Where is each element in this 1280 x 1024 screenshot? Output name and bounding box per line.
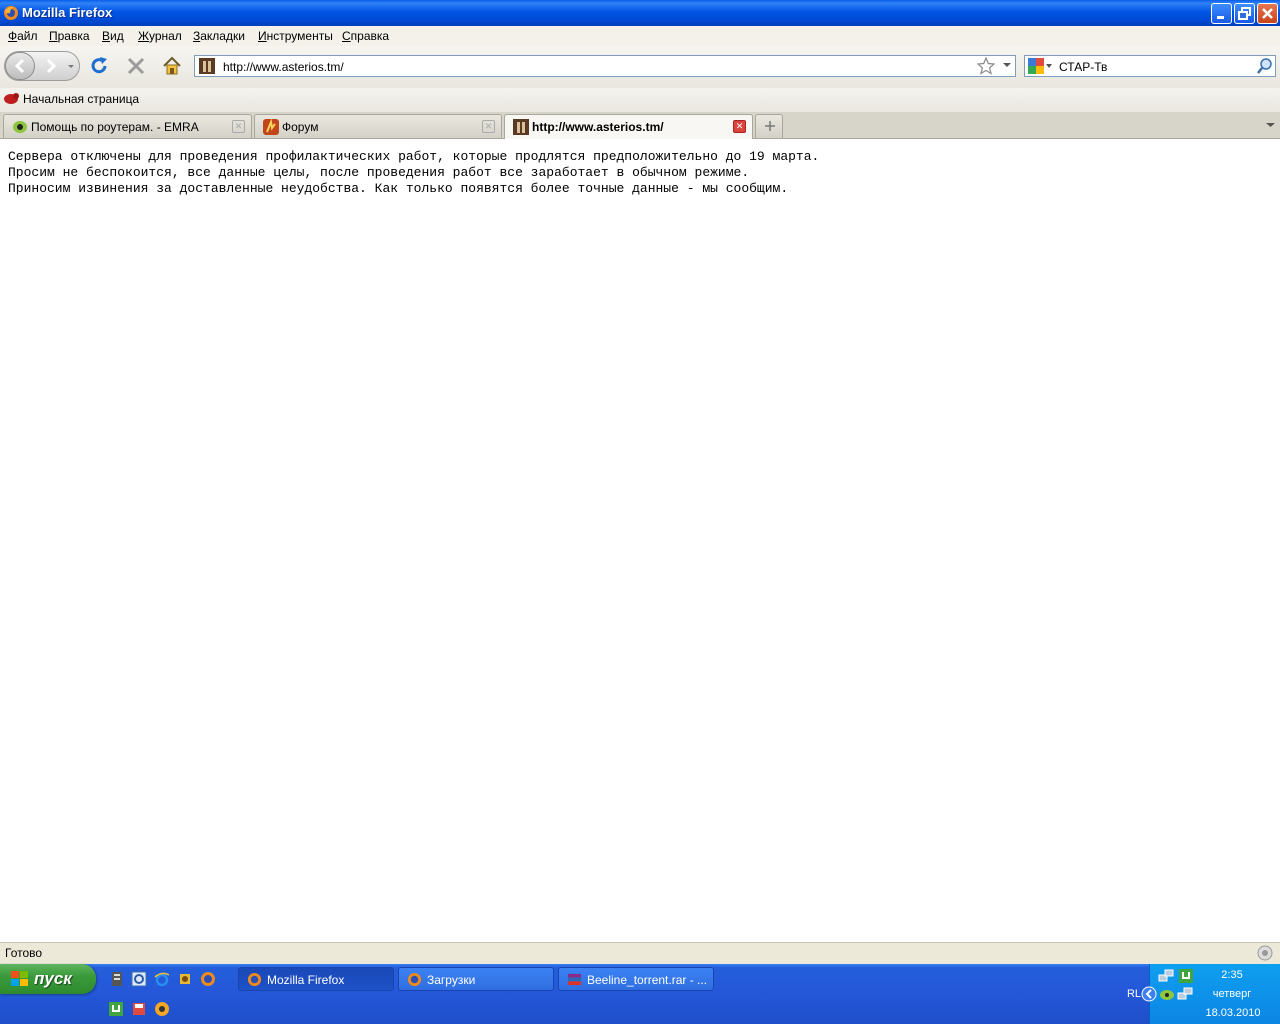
bookmark-star-icon[interactable] (977, 57, 995, 75)
arrow-right-icon (46, 58, 57, 74)
forward-button[interactable] (38, 56, 62, 76)
page-content: Сервера отключены для проведения профила… (0, 139, 1280, 942)
quicklaunch-player-icon[interactable] (154, 1001, 170, 1017)
clock-day: четверг (1212, 988, 1252, 1000)
quicklaunch-app-icon[interactable] (177, 971, 193, 987)
menu-help[interactable]: Справка (342, 29, 389, 43)
firefox-icon (4, 6, 18, 20)
menu-history[interactable]: Журнал (138, 29, 182, 43)
tab-label: http://www.asterios.tm/ (532, 120, 664, 134)
network-icon[interactable] (1158, 968, 1174, 984)
tab-forum[interactable]: Форум ✕ (254, 114, 502, 138)
quicklaunch-save-icon[interactable] (131, 1001, 147, 1017)
menu-bar: Файл Правка Вид Журнал Закладки Инструме… (0, 26, 1280, 46)
menu-file[interactable]: Файл (8, 29, 38, 43)
clock-date: 18.03.2010 (1205, 1007, 1261, 1019)
task-label: Beeline_torrent.rar - ... (587, 973, 707, 987)
search-input[interactable]: СТАР-Тв (1059, 60, 1107, 74)
quicklaunch-ie-icon[interactable] (154, 971, 170, 987)
clock-time[interactable]: 2:35 (1202, 969, 1262, 981)
emra-favicon (13, 121, 27, 133)
task-label: Mozilla Firefox (267, 973, 345, 987)
back-button[interactable] (5, 52, 35, 80)
bookmarks-toolbar (0, 88, 1280, 112)
history-dropdown-icon[interactable] (66, 63, 76, 71)
tab-close-icon[interactable]: ✕ (482, 120, 495, 133)
tab-close-icon[interactable]: ✕ (733, 120, 746, 133)
monitor-tray-icon[interactable] (1159, 986, 1175, 1002)
addon-status-icon[interactable] (1256, 944, 1274, 962)
new-tab-button[interactable] (755, 114, 783, 138)
title-bar[interactable]: Mozilla Firefox (0, 0, 1280, 26)
google-icon[interactable] (1028, 58, 1044, 74)
window-title: Mozilla Firefox (22, 5, 113, 20)
message-line: Сервера отключены для проведения профила… (8, 149, 820, 164)
task-winrar[interactable]: Beeline_torrent.rar - ... (558, 967, 714, 991)
status-bar (0, 942, 1280, 964)
stop-icon[interactable] (125, 55, 147, 77)
arrow-left-icon (14, 58, 25, 74)
network-connection-icon[interactable] (1177, 986, 1193, 1002)
task-label: Загрузки (427, 973, 476, 987)
search-icon[interactable] (1256, 57, 1274, 75)
url-dropdown-icon[interactable] (1003, 63, 1011, 69)
menu-view[interactable]: Вид (102, 29, 124, 43)
task-firefox[interactable]: Mozilla Firefox (238, 967, 394, 991)
menu-bookmarks[interactable]: Закладки (193, 29, 245, 43)
utorrent-tray-icon[interactable] (1178, 968, 1194, 984)
menu-edit[interactable]: Правка (49, 29, 90, 43)
tab-label: Форум (282, 120, 319, 134)
close-button[interactable] (1257, 3, 1278, 24)
show-hidden-icons-chevron[interactable] (1141, 986, 1157, 1002)
tab-list-dropdown-icon[interactable] (1266, 122, 1275, 129)
message-line: Приносим извинения за доставленные неудо… (8, 181, 789, 196)
plus-icon (765, 121, 775, 131)
menu-tools[interactable]: Инструменты (258, 29, 333, 43)
site-favicon (199, 58, 215, 74)
quicklaunch-firefox-icon[interactable] (200, 971, 216, 987)
restore-icon (1238, 7, 1251, 20)
start-label: пуск (34, 969, 72, 988)
tab-close-icon[interactable]: ✕ (232, 120, 245, 133)
task-downloads[interactable]: Загрузки (398, 967, 554, 991)
tab-label: Помощь по роутерам. - EMRA (31, 120, 199, 134)
bookmark-home-page[interactable]: Начальная страница (23, 92, 139, 106)
firefox-icon (247, 972, 262, 987)
site-favicon (513, 119, 529, 135)
close-icon (1262, 8, 1273, 19)
minimize-icon (1217, 16, 1224, 19)
windows-logo-icon (11, 971, 28, 986)
home-icon[interactable] (161, 55, 183, 77)
status-text: Готово (5, 946, 43, 960)
quicklaunch-utorrent-icon[interactable] (108, 1001, 124, 1017)
restore-button[interactable] (1234, 3, 1255, 24)
tab-router-help[interactable]: Помощь по роутерам. - EMRA ✕ (3, 114, 252, 138)
message-line: Просим не беспокоится, все данные целы, … (8, 165, 750, 180)
forum-favicon (263, 119, 279, 135)
reload-icon[interactable] (88, 55, 110, 77)
firefox-icon (407, 972, 422, 987)
quicklaunch-archive-icon[interactable] (109, 971, 125, 987)
minimize-button[interactable] (1211, 3, 1232, 24)
system-tray: RL 2:35 четверг 18.03.2010 (1127, 964, 1280, 1024)
tab-asterios[interactable]: http://www.asterios.tm/ ✕ (504, 114, 753, 139)
quicklaunch-browser-icon[interactable] (131, 971, 147, 987)
url-text: http://www.asterios.tm/ (223, 60, 344, 74)
home-page-bookmark-icon (4, 93, 19, 104)
winrar-icon (567, 973, 582, 986)
search-engine-dropdown-icon[interactable] (1046, 64, 1052, 69)
